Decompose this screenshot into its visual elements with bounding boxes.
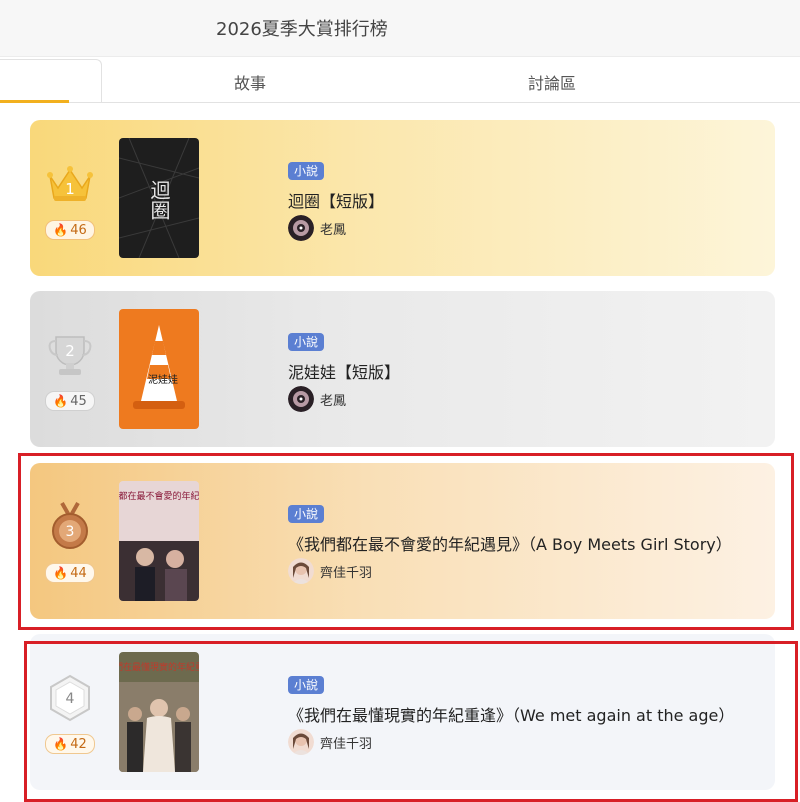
author-avatar[interactable]	[288, 215, 314, 241]
page-title: 2026夏季大賞排行榜	[216, 19, 388, 40]
story-title[interactable]: 迴圈【短版】	[288, 188, 384, 212]
page-header: 2026夏季大賞排行榜	[0, 0, 800, 57]
author-info[interactable]: 老鳳	[288, 214, 346, 242]
heat-badge: 🔥 45	[45, 391, 95, 411]
tab-active[interactable]	[0, 59, 102, 103]
tab-discussion[interactable]: 討論區	[528, 70, 576, 94]
story-title[interactable]: 泥娃娃【短版】	[288, 359, 400, 383]
highlight-frame-3	[18, 453, 794, 630]
ranking-card-1[interactable]: 1 🔥 46 迴圈 小說 迴圈【短版】 老鳳	[30, 120, 775, 276]
author-name[interactable]: 老鳳	[320, 219, 346, 238]
ranking-card-2[interactable]: 2 🔥 45 泥娃娃 小說 泥娃娃【短版】 老鳳	[30, 291, 775, 447]
heat-count: 45	[70, 393, 87, 409]
crown-icon: 1	[44, 158, 96, 210]
flame-icon: 🔥	[53, 223, 69, 237]
tab-active-indicator	[0, 100, 69, 103]
author-info[interactable]: 老鳳	[288, 385, 346, 413]
category-tag[interactable]: 小說	[288, 162, 325, 180]
rank-number: 2	[65, 342, 75, 360]
cover-title: 迴圈	[147, 180, 171, 220]
trophy-icon: 2	[44, 329, 96, 381]
category-tag[interactable]: 小說	[288, 333, 325, 351]
book-cover[interactable]: 迴圈	[119, 138, 199, 258]
author-avatar[interactable]	[288, 386, 314, 412]
book-cover[interactable]: 泥娃娃	[119, 309, 199, 429]
tab-bar: 故事 討論區	[0, 58, 800, 103]
highlight-frame-4	[24, 641, 798, 802]
cover-title: 泥娃娃	[148, 373, 178, 386]
heat-count: 46	[70, 222, 87, 238]
flame-icon: 🔥	[53, 394, 69, 408]
author-name[interactable]: 老鳳	[320, 390, 346, 409]
rank-number: 1	[65, 180, 75, 198]
tab-stories[interactable]: 故事	[234, 70, 266, 94]
heat-badge: 🔥 46	[45, 220, 95, 240]
